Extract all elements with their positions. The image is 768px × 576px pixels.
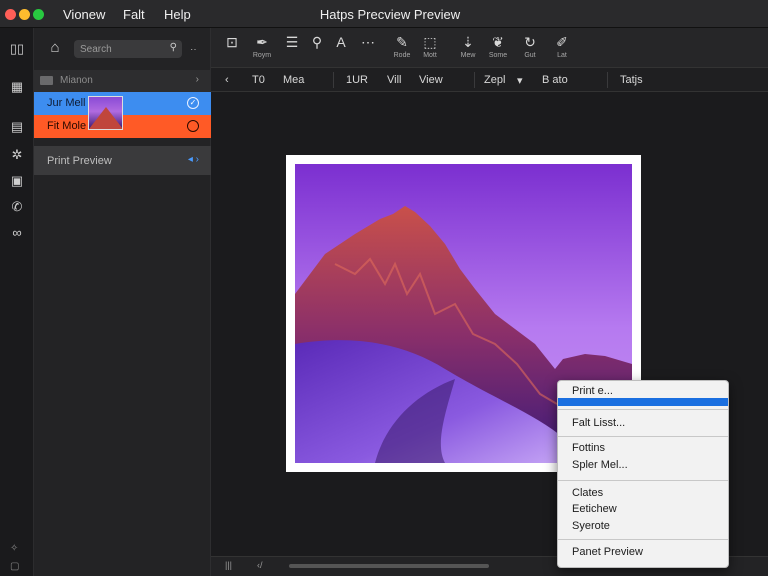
dropdown-icon[interactable]: ▾: [517, 74, 523, 87]
image-thumbnail[interactable]: [88, 96, 123, 130]
crop-button[interactable]: ⊡: [215, 34, 249, 52]
tab-tatjs[interactable]: Tatjs: [620, 74, 643, 86]
pen-icon: ✒: [256, 34, 268, 50]
grid-icon[interactable]: ▦: [8, 78, 26, 96]
shape-icon: ⬚: [423, 34, 437, 50]
trash-icon[interactable]: ▢: [10, 561, 19, 572]
toolbar-label: Some: [488, 52, 508, 59]
sidebar-item-label: Jur Mell: [47, 97, 86, 109]
menu-separator: [558, 409, 728, 410]
table-icon[interactable]: ▤: [8, 118, 26, 136]
section-label: Mianon: [60, 75, 93, 86]
toolbar-label: Roym: [252, 52, 272, 59]
phone-icon[interactable]: ✆: [8, 198, 26, 216]
toolbar-label: Lat: [557, 52, 567, 59]
sidebar-section-header[interactable]: Mianon ›: [34, 70, 211, 92]
tab-view[interactable]: View: [419, 74, 443, 86]
search-input[interactable]: [80, 42, 160, 56]
chevron-right-icon[interactable]: ›: [196, 74, 199, 85]
radio-circle-icon[interactable]: [187, 120, 199, 132]
tab-separator: [607, 72, 608, 88]
menu-item-spler-mel[interactable]: Spler Mel...: [572, 459, 628, 471]
tab-b-ato[interactable]: B ato: [542, 74, 568, 86]
menu-item-panet-preview[interactable]: Panet Preview: [572, 546, 643, 558]
tab-separator: [474, 72, 475, 88]
tab-1ur[interactable]: 1UR: [346, 74, 368, 86]
back-icon[interactable]: ‹: [225, 74, 229, 86]
menu-separator: [558, 436, 728, 437]
search-icon[interactable]: ⚲: [170, 42, 177, 53]
icon-rail: ▯▯ ▦ ▤ ✲ ▣ ✆ ∞ ✧ ▢: [0, 28, 34, 576]
feather-icon: ❦: [492, 34, 504, 50]
context-menu: Print e... Falt Lisst... Fottins Spler M…: [557, 380, 729, 568]
title-bar: Vionew Falt Help Hatps Precview Preview: [0, 0, 768, 28]
menu-item-clates[interactable]: Clates: [572, 487, 603, 499]
window-title: Hatps Precview Preview: [319, 7, 461, 22]
grid-view-icon[interactable]: |||: [225, 560, 232, 570]
more-icon: ⋯: [361, 34, 375, 50]
pin-button[interactable]: ⇣ Mew: [451, 34, 485, 59]
search-box[interactable]: ⚲: [74, 40, 182, 58]
markup-button[interactable]: ✐ Lat: [545, 34, 579, 59]
menu-separator: [558, 539, 728, 540]
shape-button[interactable]: ⬚ Mott: [413, 34, 447, 59]
sidebar-item-label: Print Preview: [47, 155, 112, 167]
markup-icon: ✐: [556, 34, 568, 50]
tab-zepl[interactable]: Zepl: [484, 74, 505, 86]
rotate-button[interactable]: ↻ Gut: [513, 34, 547, 59]
crop-icon: ⊡: [226, 34, 238, 50]
tab-vill[interactable]: Vill: [387, 74, 401, 86]
settings-icon[interactable]: ✧: [10, 543, 18, 554]
feather-button[interactable]: ❦ Some: [481, 34, 515, 59]
menu-item-syerote[interactable]: Syerote: [572, 520, 610, 532]
tab-separator: [333, 72, 334, 88]
sidebar-item-label: Fit Mole: [47, 120, 87, 132]
home-icon[interactable]: ⌂: [46, 39, 64, 57]
mountain-icon: [89, 107, 122, 129]
menu-highlight: [558, 398, 728, 406]
toolbar-label: Gut: [524, 52, 536, 59]
folder-icon: [40, 76, 53, 85]
toolbar: ⊡ ✒ Roym ☰ ⚲ A ⋯ ✎ Rode ⬚ Mott ⇣ Mew ❦ S…: [211, 28, 768, 68]
horizontal-scrollbar[interactable]: [289, 564, 489, 568]
link-icon[interactable]: ∞: [8, 223, 26, 241]
tab-t0[interactable]: T0: [252, 74, 265, 86]
sidebar-item-print-preview[interactable]: Print Preview ◂ ›: [34, 146, 211, 175]
toolbar-label: Mott: [423, 52, 437, 59]
toolbar-label: Mew: [460, 52, 476, 59]
pin-icon: ⇣: [462, 34, 474, 50]
menu-separator: [558, 480, 728, 481]
document-icon[interactable]: ▣: [8, 172, 26, 190]
menu-item-falt-lisst[interactable]: Falt Lisst...: [572, 417, 625, 429]
checkmark-icon[interactable]: ✓: [187, 97, 199, 109]
tab-mea[interactable]: Mea: [283, 74, 304, 86]
sidebar-top: ⌂ ⚲ ‥: [34, 28, 211, 68]
pen-button[interactable]: ✒ Roym: [245, 34, 279, 59]
gear-icon[interactable]: ✲: [8, 146, 26, 164]
tab-bar: ‹ T0 Mea 1UR Vill View Zepl ▾ B ato Tatj…: [211, 68, 768, 92]
sidebar-more-icon[interactable]: ‥: [190, 42, 197, 53]
menu-item-fottins[interactable]: Fottins: [572, 442, 605, 454]
code-icon[interactable]: ‹/: [257, 560, 263, 570]
more-button[interactable]: ⋯: [351, 34, 385, 52]
sidebar: ⌂ ⚲ ‥ Mianon › Jur Mell ✓ Fit Mole Print…: [34, 28, 211, 576]
rotate-icon: ↻: [524, 34, 536, 50]
menu-item-eetichew[interactable]: Eetichew: [572, 503, 617, 515]
menu-item-print[interactable]: Print e...: [572, 385, 613, 397]
navigate-arrows-icon[interactable]: ◂ ›: [188, 154, 199, 165]
sidebar-toggle-icon[interactable]: ▯▯: [8, 40, 26, 58]
